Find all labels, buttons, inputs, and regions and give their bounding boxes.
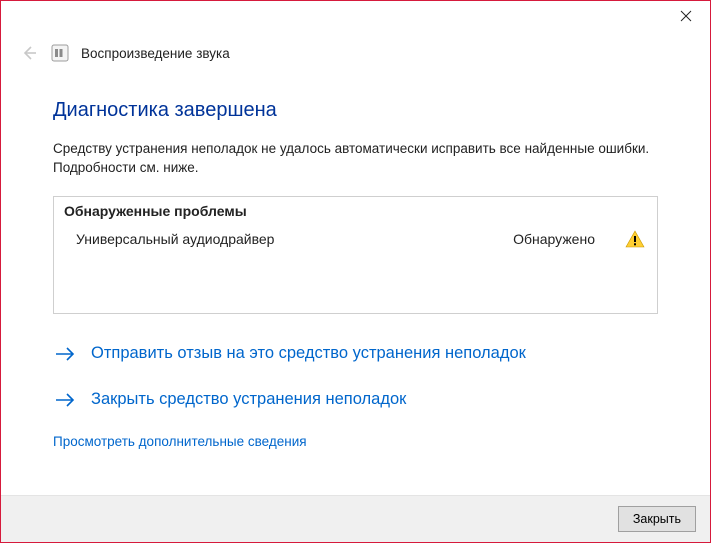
close-button[interactable]: Закрыть [618,506,696,532]
content-area: Диагностика завершена Средству устранени… [1,63,710,495]
view-more-link[interactable]: Просмотреть дополнительные сведения [53,434,658,449]
problems-header: Обнаруженные проблемы [54,203,657,223]
back-button[interactable] [19,43,39,63]
troubleshooter-window: Воспроизведение звука Диагностика заверш… [0,0,711,543]
troubleshooter-title: Воспроизведение звука [81,46,230,61]
send-feedback-link[interactable]: Отправить отзыв на это средство устранен… [53,342,658,366]
footer: Закрыть [1,495,710,542]
action-links: Отправить отзыв на это средство устранен… [53,342,658,412]
arrow-right-icon [53,342,77,366]
problem-status: Обнаружено [513,231,595,247]
window-close-button[interactable] [662,1,710,31]
back-arrow-icon [19,43,39,63]
troubleshooter-icon [51,44,69,62]
problem-row[interactable]: Универсальный аудиодрайвер Обнаружено [54,223,657,253]
close-troubleshooter-link[interactable]: Закрыть средство устранения неполадок [53,388,658,412]
problem-name: Универсальный аудиодрайвер [76,231,513,247]
titlebar [1,1,710,37]
close-troubleshooter-label: Закрыть средство устранения неполадок [91,390,406,409]
problems-box: Обнаруженные проблемы Универсальный ауди… [53,196,658,314]
header-row: Воспроизведение звука [1,37,710,63]
send-feedback-label: Отправить отзыв на это средство устранен… [91,344,526,363]
warning-icon [625,229,645,249]
arrow-right-icon [53,388,77,412]
page-title: Диагностика завершена [53,99,658,122]
description-text: Средству устранения неполадок не удалось… [53,140,658,178]
close-icon [680,10,692,22]
